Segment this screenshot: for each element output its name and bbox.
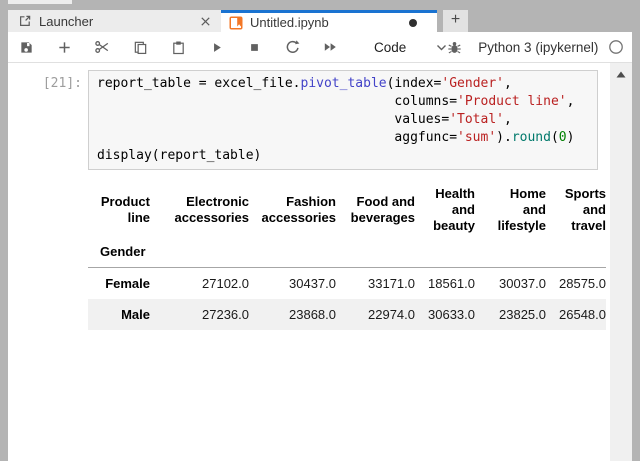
copy-icon[interactable] (132, 39, 148, 55)
index-name-row: Gender (88, 238, 606, 268)
add-cell-icon[interactable] (56, 39, 72, 55)
column-header: Sports and travel (564, 186, 606, 233)
stop-icon[interactable] (246, 39, 262, 55)
table-body: Female 27102.0 30437.0 33171.0 18561.0 30037.… (88, 268, 606, 330)
pivot-table: Product line Electronic accessories Fashi… (88, 180, 606, 330)
run-icon[interactable] (208, 39, 224, 55)
table-cell: 27102.0 (202, 276, 249, 291)
empty-header-cell (546, 238, 606, 268)
kernel-status-circle-icon[interactable] (608, 39, 624, 55)
cell-prompt: [21]: (42, 76, 82, 91)
notebook-panel: [21]: report_table = excel_file.pivot_ta… (8, 63, 632, 461)
window-top-notch (8, 0, 72, 4)
code-cell: [21]: report_table = excel_file.pivot_ta… (8, 70, 632, 170)
table-cell: 30037.0 (499, 276, 546, 291)
paste-icon[interactable] (170, 39, 186, 55)
code-editor[interactable]: report_table = excel_file.pivot_table(in… (88, 70, 598, 170)
code-line: display(report_table) (97, 148, 262, 163)
table-cell: 18561.0 (428, 276, 475, 291)
close-icon[interactable] (197, 13, 213, 29)
table-cell: 28575.0 (559, 276, 606, 291)
unsaved-changes-dot[interactable] (409, 18, 417, 27)
empty-header-cell (415, 238, 475, 268)
table-cell: 30633.0 (428, 307, 475, 322)
column-header: Home and lifestyle (497, 186, 546, 233)
row-index-header: Male (121, 307, 150, 322)
jupyterlab-app: Launcher Untitled.ipynb + Code Python 3 … (8, 10, 632, 461)
column-header: Food and beverages (350, 194, 415, 225)
browser-window: Launcher Untitled.ipynb + Code Python 3 … (0, 0, 640, 461)
table-cell: 22974.0 (368, 307, 415, 322)
index-name-header: Gender (88, 238, 150, 268)
column-header: Electronic accessories (174, 194, 249, 225)
kernel-name-label[interactable]: Python 3 (ipykernel) (478, 40, 598, 55)
row-index-header: Female (105, 276, 150, 291)
table-cell: 23825.0 (499, 307, 546, 322)
table-cell: 33171.0 (368, 276, 415, 291)
restart-icon[interactable] (284, 39, 300, 55)
empty-header-cell (336, 238, 415, 268)
code-line: aggfunc='sum').round(0) (97, 130, 575, 145)
debugger-bug-icon[interactable] (447, 40, 462, 55)
cell-output: Product line Electronic accessories Fashi… (88, 180, 632, 330)
chevron-down-icon[interactable] (436, 44, 447, 51)
columns-name-header: Product line (100, 194, 150, 225)
columns-header-row: Product line Electronic accessories Fashi… (88, 180, 606, 238)
tab-bar: Launcher Untitled.ipynb + (8, 10, 632, 32)
tab-launcher[interactable]: Launcher (8, 10, 221, 32)
empty-header-cell (249, 238, 336, 268)
notebook-toolbar: Code Python 3 (ipykernel) (8, 32, 632, 63)
notebook-icon (229, 16, 243, 30)
table-cell: 30437.0 (289, 276, 336, 291)
table-cell: 26548.0 (559, 307, 606, 322)
table-row: Female 27102.0 30437.0 33171.0 18561.0 30037.… (88, 268, 606, 300)
table-cell: 23868.0 (289, 307, 336, 322)
empty-header-cell (475, 238, 546, 268)
tab-notebook-label: Untitled.ipynb (250, 15, 329, 30)
table-cell: 27236.0 (202, 307, 249, 322)
empty-header-cell (150, 238, 249, 268)
vertical-scrollbar[interactable] (610, 63, 632, 461)
code-line: columns='Product line', (97, 94, 575, 109)
cell-type-dropdown[interactable]: Code (374, 40, 406, 55)
column-header: Fashion accessories (261, 194, 336, 225)
cut-icon[interactable] (94, 39, 110, 55)
code-line: values='Total', (97, 112, 512, 127)
scroll-up-arrow-icon[interactable] (616, 70, 626, 461)
code-line: report_table = excel_file.pivot_table(in… (97, 76, 512, 91)
save-icon[interactable] (18, 39, 34, 55)
fast-forward-icon[interactable] (322, 39, 338, 55)
tab-notebook[interactable]: Untitled.ipynb (221, 10, 437, 32)
table-row: Male 27236.0 23868.0 22974.0 30633.0 23825.0 2… (88, 299, 606, 330)
new-tab-button[interactable]: + (443, 10, 468, 32)
column-header: Health and beauty (433, 186, 475, 233)
tab-launcher-label: Launcher (39, 13, 94, 29)
launcher-icon (18, 14, 32, 28)
